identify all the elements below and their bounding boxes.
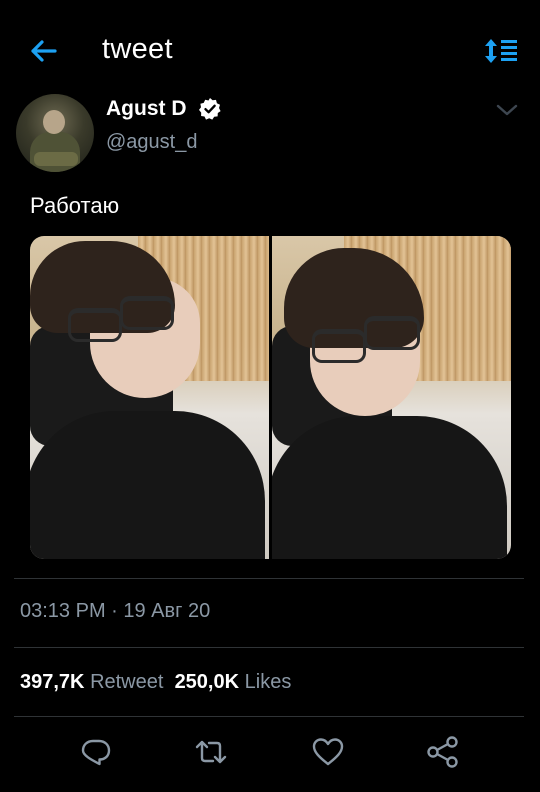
divider <box>14 578 524 579</box>
avatar[interactable] <box>16 94 94 172</box>
share-button[interactable] <box>425 734 461 770</box>
chevron-down-icon[interactable] <box>496 102 518 118</box>
share-icon <box>427 736 458 768</box>
photo-glasses-right <box>120 296 174 330</box>
reply-button[interactable] <box>78 734 114 770</box>
verified-badge-icon <box>199 98 221 120</box>
photo-shirt <box>272 416 507 559</box>
like-button[interactable] <box>310 734 346 770</box>
photo-glasses-right <box>364 316 420 350</box>
tweet-timestamp: 03:13 PM · 19 Авг 20 <box>20 600 211 622</box>
top-bar: tweet <box>0 0 540 100</box>
photo-shirt <box>30 411 265 559</box>
tweet-stats: 397,7K Retweet 250,0K Likes <box>20 671 291 694</box>
like-label[interactable]: Likes <box>245 671 292 693</box>
retweet-icon <box>195 740 227 764</box>
media-photo-1[interactable] <box>30 236 269 559</box>
media-photo-2[interactable] <box>272 236 511 559</box>
divider <box>14 716 524 717</box>
author-name[interactable]: Agust D <box>106 97 187 121</box>
photo-glasses-left <box>312 329 366 363</box>
reply-bubble-icon <box>81 739 111 766</box>
avatar-figure-legs <box>34 152 78 166</box>
avatar-face <box>43 110 65 134</box>
retweet-button[interactable] <box>193 734 229 770</box>
back-arrow-icon[interactable] <box>28 36 58 66</box>
retweet-label[interactable]: Retweet <box>90 671 163 693</box>
divider <box>14 647 524 648</box>
sort-icon[interactable] <box>484 37 518 65</box>
like-count[interactable]: 250,0K <box>175 671 240 693</box>
photo-glasses-left <box>68 308 122 342</box>
page-title: tweet <box>102 33 173 65</box>
heart-icon <box>312 738 344 766</box>
retweet-count[interactable]: 397,7K <box>20 671 85 693</box>
author-handle[interactable]: @agust_d <box>106 131 197 154</box>
tweet-text: Работаю <box>30 193 120 218</box>
tweet-media[interactable] <box>30 236 511 559</box>
